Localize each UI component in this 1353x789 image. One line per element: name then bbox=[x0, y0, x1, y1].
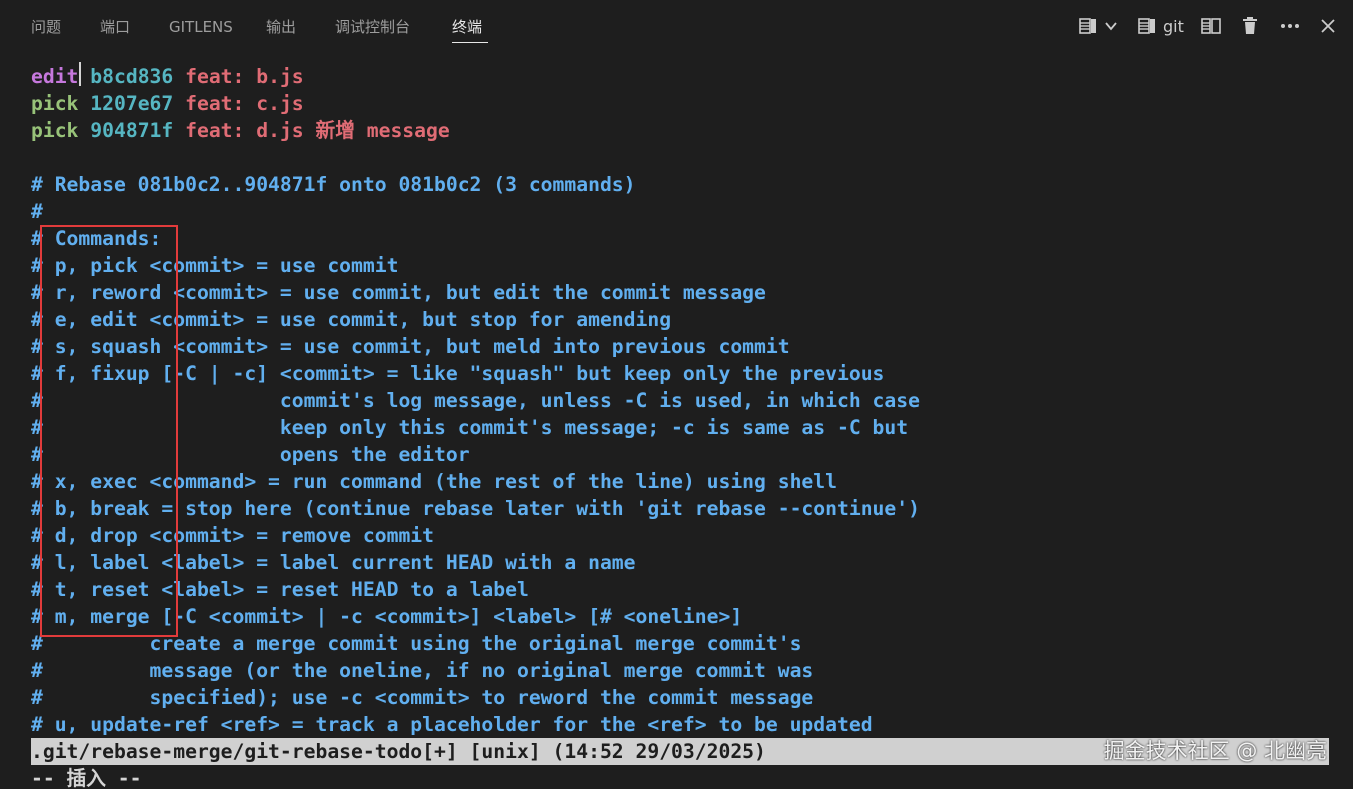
more-icon bbox=[1279, 16, 1301, 36]
terminal-view[interactable]: edit b8cd836 feat: b.js pick 1207e67 fea… bbox=[0, 52, 1353, 789]
comment-line: # r, reword <commit> = use commit, but e… bbox=[31, 281, 766, 304]
comment-line: # m, merge [-C <commit> | -c <commit>] <… bbox=[31, 605, 743, 628]
tab-ports[interactable]: 端口 bbox=[100, 16, 130, 38]
tab-problems[interactable]: 问题 bbox=[31, 16, 61, 38]
commit-message: feat: c.js bbox=[185, 92, 304, 115]
comment-line: # d, drop <commit> = remove commit bbox=[31, 524, 434, 547]
kill-terminal-button[interactable] bbox=[1241, 14, 1259, 38]
comment-line: # create a merge commit using the origin… bbox=[31, 632, 802, 655]
tab-terminal[interactable]: 终端 bbox=[452, 16, 482, 38]
comment-line: # t, reset <label> = reset HEAD to a lab… bbox=[31, 578, 529, 601]
comment-line: # p, pick <commit> = use commit bbox=[31, 254, 399, 277]
terminal-profile-label: git bbox=[1163, 16, 1184, 36]
active-tab-indicator bbox=[452, 42, 488, 43]
status-file-info: .git/rebase-merge/git-rebase-todo[+] [un… bbox=[31, 740, 766, 763]
comment-line: # specified); use -c <commit> to reword … bbox=[31, 686, 814, 709]
comment-line: # u, update-ref <ref> = track a placehol… bbox=[31, 713, 873, 736]
split-terminal-icon bbox=[1200, 16, 1222, 36]
tab-debug-console[interactable]: 调试控制台 bbox=[335, 16, 410, 38]
trash-icon bbox=[1241, 16, 1259, 36]
watermark: 掘金技术社区 @ 北幽亮 bbox=[1103, 739, 1327, 763]
comment-line: # commit's log message, unless -C is use… bbox=[31, 389, 920, 412]
close-icon bbox=[1320, 18, 1336, 34]
todo-command: pick bbox=[31, 119, 79, 142]
chevron-down-icon bbox=[1104, 19, 1118, 33]
panel-tab-bar: 问题 端口 GITLENS 输出 调试控制台 终端 git bbox=[0, 0, 1353, 52]
comment-line: # keep only this commit's message; -c is… bbox=[31, 416, 909, 439]
todo-line: edit b8cd836 feat: b.js bbox=[31, 63, 304, 90]
text-cursor bbox=[79, 62, 81, 86]
close-panel-button[interactable] bbox=[1320, 14, 1336, 38]
todo-line: pick 904871f feat: d.js 新增 message bbox=[31, 117, 450, 144]
todo-command: pick bbox=[31, 92, 79, 115]
terminal-profile-selector[interactable]: git bbox=[1137, 14, 1184, 38]
vim-mode-indicator: -- 插入 -- bbox=[31, 767, 142, 789]
commit-message: feat: b.js bbox=[185, 65, 304, 88]
split-terminal-button[interactable] bbox=[1200, 14, 1222, 38]
comment-line: # e, edit <commit> = use commit, but sto… bbox=[31, 308, 672, 331]
comment-line: # Commands: bbox=[31, 227, 162, 250]
comment-line: # l, label <label> = label current HEAD … bbox=[31, 551, 636, 574]
commit-hash: 1207e67 bbox=[90, 92, 174, 115]
comment-line: # f, fixup [-C | -c] <commit> = like "sq… bbox=[31, 362, 885, 385]
comment-line: # opens the editor bbox=[31, 443, 470, 466]
commit-hash: b8cd836 bbox=[90, 65, 174, 88]
more-actions-button[interactable] bbox=[1279, 14, 1301, 38]
comment-line: # message (or the oneline, if no origina… bbox=[31, 659, 814, 682]
comment-line: # s, squash <commit> = use commit, but m… bbox=[31, 335, 790, 358]
comment-line: # Rebase 081b0c2..904871f onto 081b0c2 (… bbox=[31, 173, 636, 196]
launch-profile-button[interactable] bbox=[1104, 14, 1118, 38]
terminal-list-icon bbox=[1137, 16, 1157, 36]
new-terminal-button[interactable] bbox=[1078, 14, 1098, 38]
comment-line: # bbox=[31, 200, 43, 223]
commit-message: feat: d.js 新增 message bbox=[185, 119, 450, 142]
tab-gitlens[interactable]: GITLENS bbox=[169, 16, 233, 38]
tab-output[interactable]: 输出 bbox=[266, 16, 296, 38]
comment-line: # x, exec <command> = run command (the r… bbox=[31, 470, 837, 493]
commit-hash: 904871f bbox=[90, 119, 174, 142]
comment-line: # b, break = stop here (continue rebase … bbox=[31, 497, 920, 520]
todo-line: pick 1207e67 feat: c.js bbox=[31, 90, 304, 117]
new-terminal-icon bbox=[1078, 16, 1098, 36]
todo-command: edit bbox=[31, 65, 79, 88]
